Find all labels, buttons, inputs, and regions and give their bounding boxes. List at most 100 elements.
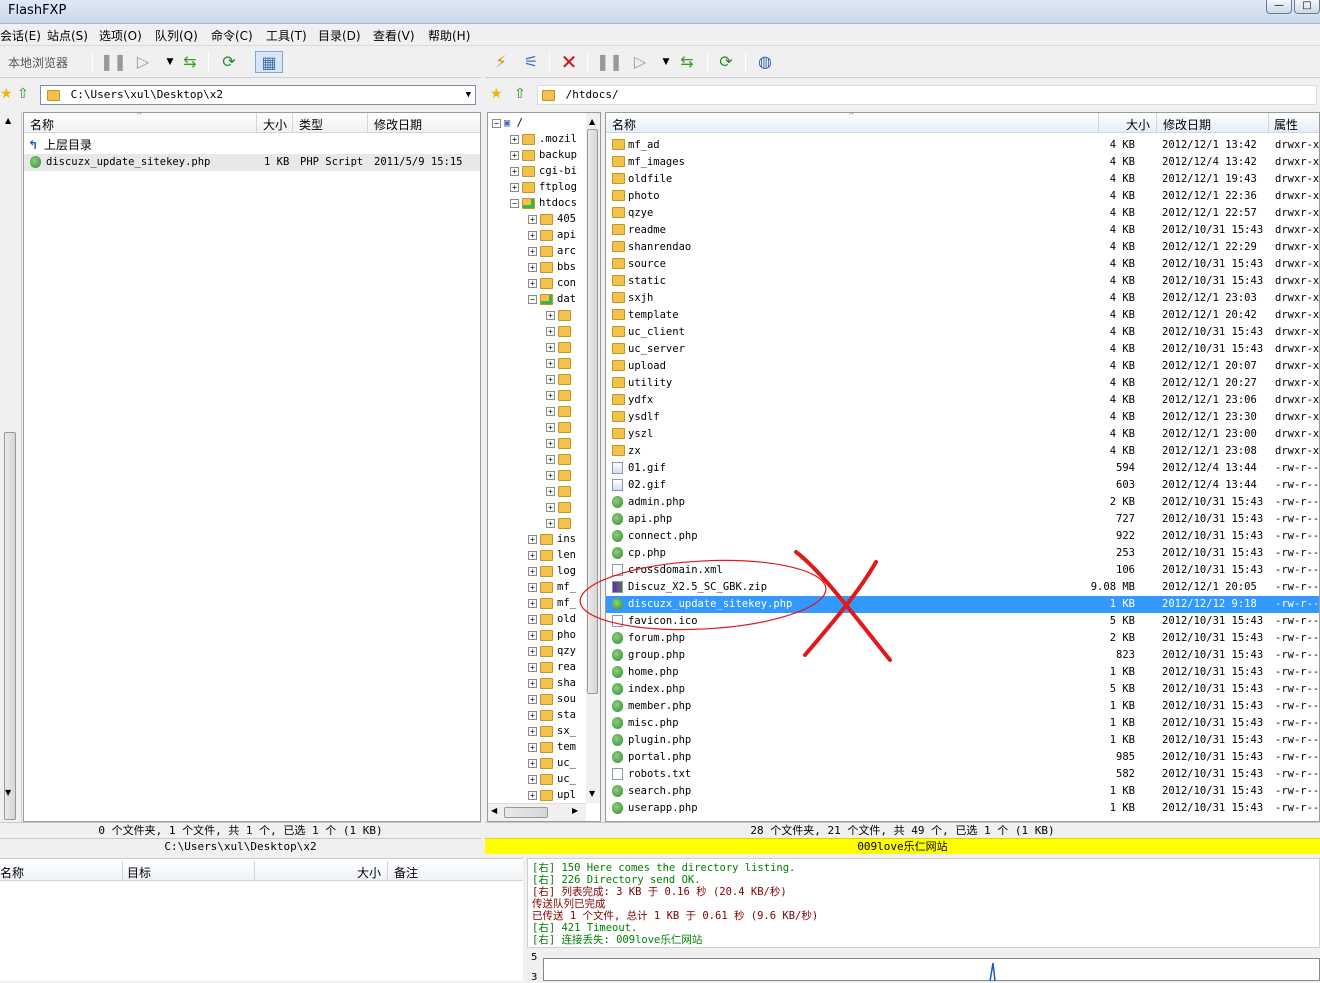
queue-col-note[interactable]: 备注 xyxy=(394,864,418,881)
expand-icon[interactable]: + xyxy=(528,662,537,672)
tree-node[interactable]: + xyxy=(546,451,571,467)
disconnect-plug-icon[interactable]: ⚟ xyxy=(519,51,543,73)
tree-node[interactable]: + sx_ xyxy=(528,723,576,739)
folder-row[interactable]: shanrendao 4 KB 2012/12/1 22:29 drwxr-xr xyxy=(606,239,1319,256)
tree-node[interactable]: + qzy xyxy=(528,643,576,659)
tree-node[interactable]: + xyxy=(546,467,571,483)
file-row[interactable]: search.php 1 KB 2012/10/31 15:43 -rw-r--r xyxy=(606,783,1319,800)
tree-node[interactable]: + xyxy=(546,419,571,435)
expand-icon[interactable]: + xyxy=(546,374,555,384)
folder-row[interactable]: ysdlf 4 KB 2012/12/1 23:30 drwxr-xr xyxy=(606,409,1319,426)
expand-icon[interactable]: + xyxy=(528,550,537,560)
local-browser-icon[interactable]: ▦ xyxy=(255,51,283,73)
expand-icon[interactable]: + xyxy=(528,726,537,736)
col-size[interactable]: 大小 xyxy=(263,116,287,133)
folder-row[interactable]: yszl 4 KB 2012/12/1 23:00 drwxr-xr xyxy=(606,426,1319,443)
abort-icon[interactable]: ✕ xyxy=(557,51,581,73)
tree-node[interactable]: + xyxy=(546,307,571,323)
folder-row[interactable]: readme 4 KB 2012/10/31 15:43 drwxr-xr xyxy=(606,222,1319,239)
expand-icon[interactable]: + xyxy=(546,390,555,400)
remote-path-input[interactable]: /htdocs/ xyxy=(537,85,1317,105)
expand-icon[interactable]: + xyxy=(546,342,555,352)
tree-node[interactable]: + cgi-bi xyxy=(510,163,577,179)
transfer-icon[interactable]: ▷ xyxy=(131,51,155,73)
tree-node[interactable]: + uc_ xyxy=(528,755,576,771)
expand-icon[interactable]: + xyxy=(510,166,519,176)
chevron-down-icon[interactable]: ▼ xyxy=(466,86,471,104)
tree-node[interactable]: + log xyxy=(528,563,576,579)
queue-col-size[interactable]: 大小 xyxy=(357,864,381,881)
up-folder-icon[interactable]: ⇧ xyxy=(17,86,29,102)
connect-icon[interactable]: ⇆ xyxy=(675,51,699,73)
menu-session[interactable]: 会话(E) xyxy=(0,27,41,44)
collapse-icon[interactable]: − xyxy=(528,294,537,304)
collapse-icon[interactable]: − xyxy=(510,198,519,208)
tree-node[interactable]: + xyxy=(546,339,571,355)
scroll-up-icon[interactable]: ▲ xyxy=(5,116,11,125)
expand-icon[interactable]: + xyxy=(528,582,537,592)
tree-node[interactable]: − dat xyxy=(528,291,576,307)
tree-node[interactable]: + backup xyxy=(510,147,577,163)
queue-col-target[interactable]: 目标 xyxy=(127,864,151,881)
refresh-icon[interactable]: ⟳ xyxy=(714,51,738,73)
maximize-button[interactable]: □ xyxy=(1294,0,1320,14)
expand-icon[interactable]: + xyxy=(510,182,519,192)
scroll-left-icon[interactable]: ◀ xyxy=(491,806,497,815)
tree-node[interactable]: + xyxy=(546,435,571,451)
minimize-button[interactable]: — xyxy=(1266,0,1292,14)
connect-icon[interactable]: ⇆ xyxy=(178,51,202,73)
expand-icon[interactable]: + xyxy=(528,758,537,768)
tree-node[interactable]: +405 xyxy=(528,211,576,227)
menu-view[interactable]: 查看(V) xyxy=(373,27,415,44)
expand-icon[interactable]: + xyxy=(528,630,537,640)
scroll-right-icon[interactable]: ▶ xyxy=(572,806,578,815)
local-path-input[interactable]: C:\Users\xul\Desktop\x2 ▼ xyxy=(40,85,476,105)
col-name[interactable]: 名称 xyxy=(30,116,54,133)
folder-row[interactable]: upload 4 KB 2012/12/1 20:07 drwxr-xr xyxy=(606,358,1319,375)
folder-row[interactable]: zx 4 KB 2012/12/1 23:08 drwxr-xr xyxy=(606,443,1319,460)
file-row[interactable]: index.php 5 KB 2012/10/31 15:43 -rw-r--r xyxy=(606,681,1319,698)
file-row[interactable]: admin.php 2 KB 2012/10/31 15:43 -rw-r--r xyxy=(606,494,1319,511)
menu-sites[interactable]: 站点(S) xyxy=(47,27,88,44)
file-row[interactable]: plugin.php 1 KB 2012/10/31 15:43 -rw-r--r xyxy=(606,732,1319,749)
expand-icon[interactable]: + xyxy=(528,534,537,544)
folder-row[interactable]: template 4 KB 2012/12/1 20:42 drwxr-xr xyxy=(606,307,1319,324)
expand-icon[interactable]: + xyxy=(546,358,555,368)
expand-icon[interactable]: + xyxy=(510,134,519,144)
scroll-up-icon[interactable]: ▲ xyxy=(589,117,595,126)
menu-directory[interactable]: 目录(D) xyxy=(318,27,361,44)
folder-row[interactable]: static 4 KB 2012/10/31 15:43 drwxr-xr xyxy=(606,273,1319,290)
menu-queue[interactable]: 队列(Q) xyxy=(155,27,198,44)
tree-node[interactable]: + arc xyxy=(528,243,576,259)
tree-node[interactable]: + xyxy=(546,371,571,387)
folder-row[interactable]: uc_client 4 KB 2012/10/31 15:43 drwxr-xr xyxy=(606,324,1319,341)
expand-icon[interactable]: + xyxy=(528,742,537,752)
local-panel-scrollbar[interactable]: ▲ ▼ xyxy=(0,112,22,822)
scroll-down-icon[interactable]: ▼ xyxy=(5,788,11,797)
expand-icon[interactable]: + xyxy=(528,710,537,720)
tree-node[interactable]: + xyxy=(546,499,571,515)
file-row[interactable]: misc.php 1 KB 2012/10/31 15:43 -rw-r--r xyxy=(606,715,1319,732)
file-row[interactable]: robots.txt 582 2012/10/31 15:43 -rw-r--r xyxy=(606,766,1319,783)
tree-node[interactable]: + pho xyxy=(528,627,576,643)
tree-node[interactable]: + sha xyxy=(528,675,576,691)
file-row[interactable]: api.php 727 2012/10/31 15:43 -rw-r--r xyxy=(606,511,1319,528)
tree-node[interactable]: + mf_ xyxy=(528,595,576,611)
expand-icon[interactable]: + xyxy=(528,246,537,256)
tree-node[interactable]: + rea xyxy=(528,659,576,675)
tree-vscrollbar[interactable]: ▲ ▼ xyxy=(586,113,600,803)
scrollbar-thumb[interactable] xyxy=(504,807,548,818)
expand-icon[interactable]: + xyxy=(528,646,537,656)
expand-icon[interactable]: + xyxy=(528,214,537,224)
expand-icon[interactable]: + xyxy=(528,678,537,688)
col-attr[interactable]: 属性 xyxy=(1274,116,1298,133)
file-row[interactable]: userapp.php 1 KB 2012/10/31 15:43 -rw-r--r xyxy=(606,800,1319,817)
tree-node[interactable]: + uc_ xyxy=(528,771,576,787)
queue-col-name[interactable]: 名称 xyxy=(0,864,24,881)
folder-row[interactable]: mf_images 4 KB 2012/12/4 13:42 drwxr-xr xyxy=(606,154,1319,171)
tree-node[interactable]: + ins xyxy=(528,531,576,547)
tree-node[interactable]: + xyxy=(546,403,571,419)
tree-node[interactable]: − htdocs xyxy=(510,195,577,211)
expand-icon[interactable]: + xyxy=(546,486,555,496)
expand-icon[interactable]: + xyxy=(528,566,537,576)
